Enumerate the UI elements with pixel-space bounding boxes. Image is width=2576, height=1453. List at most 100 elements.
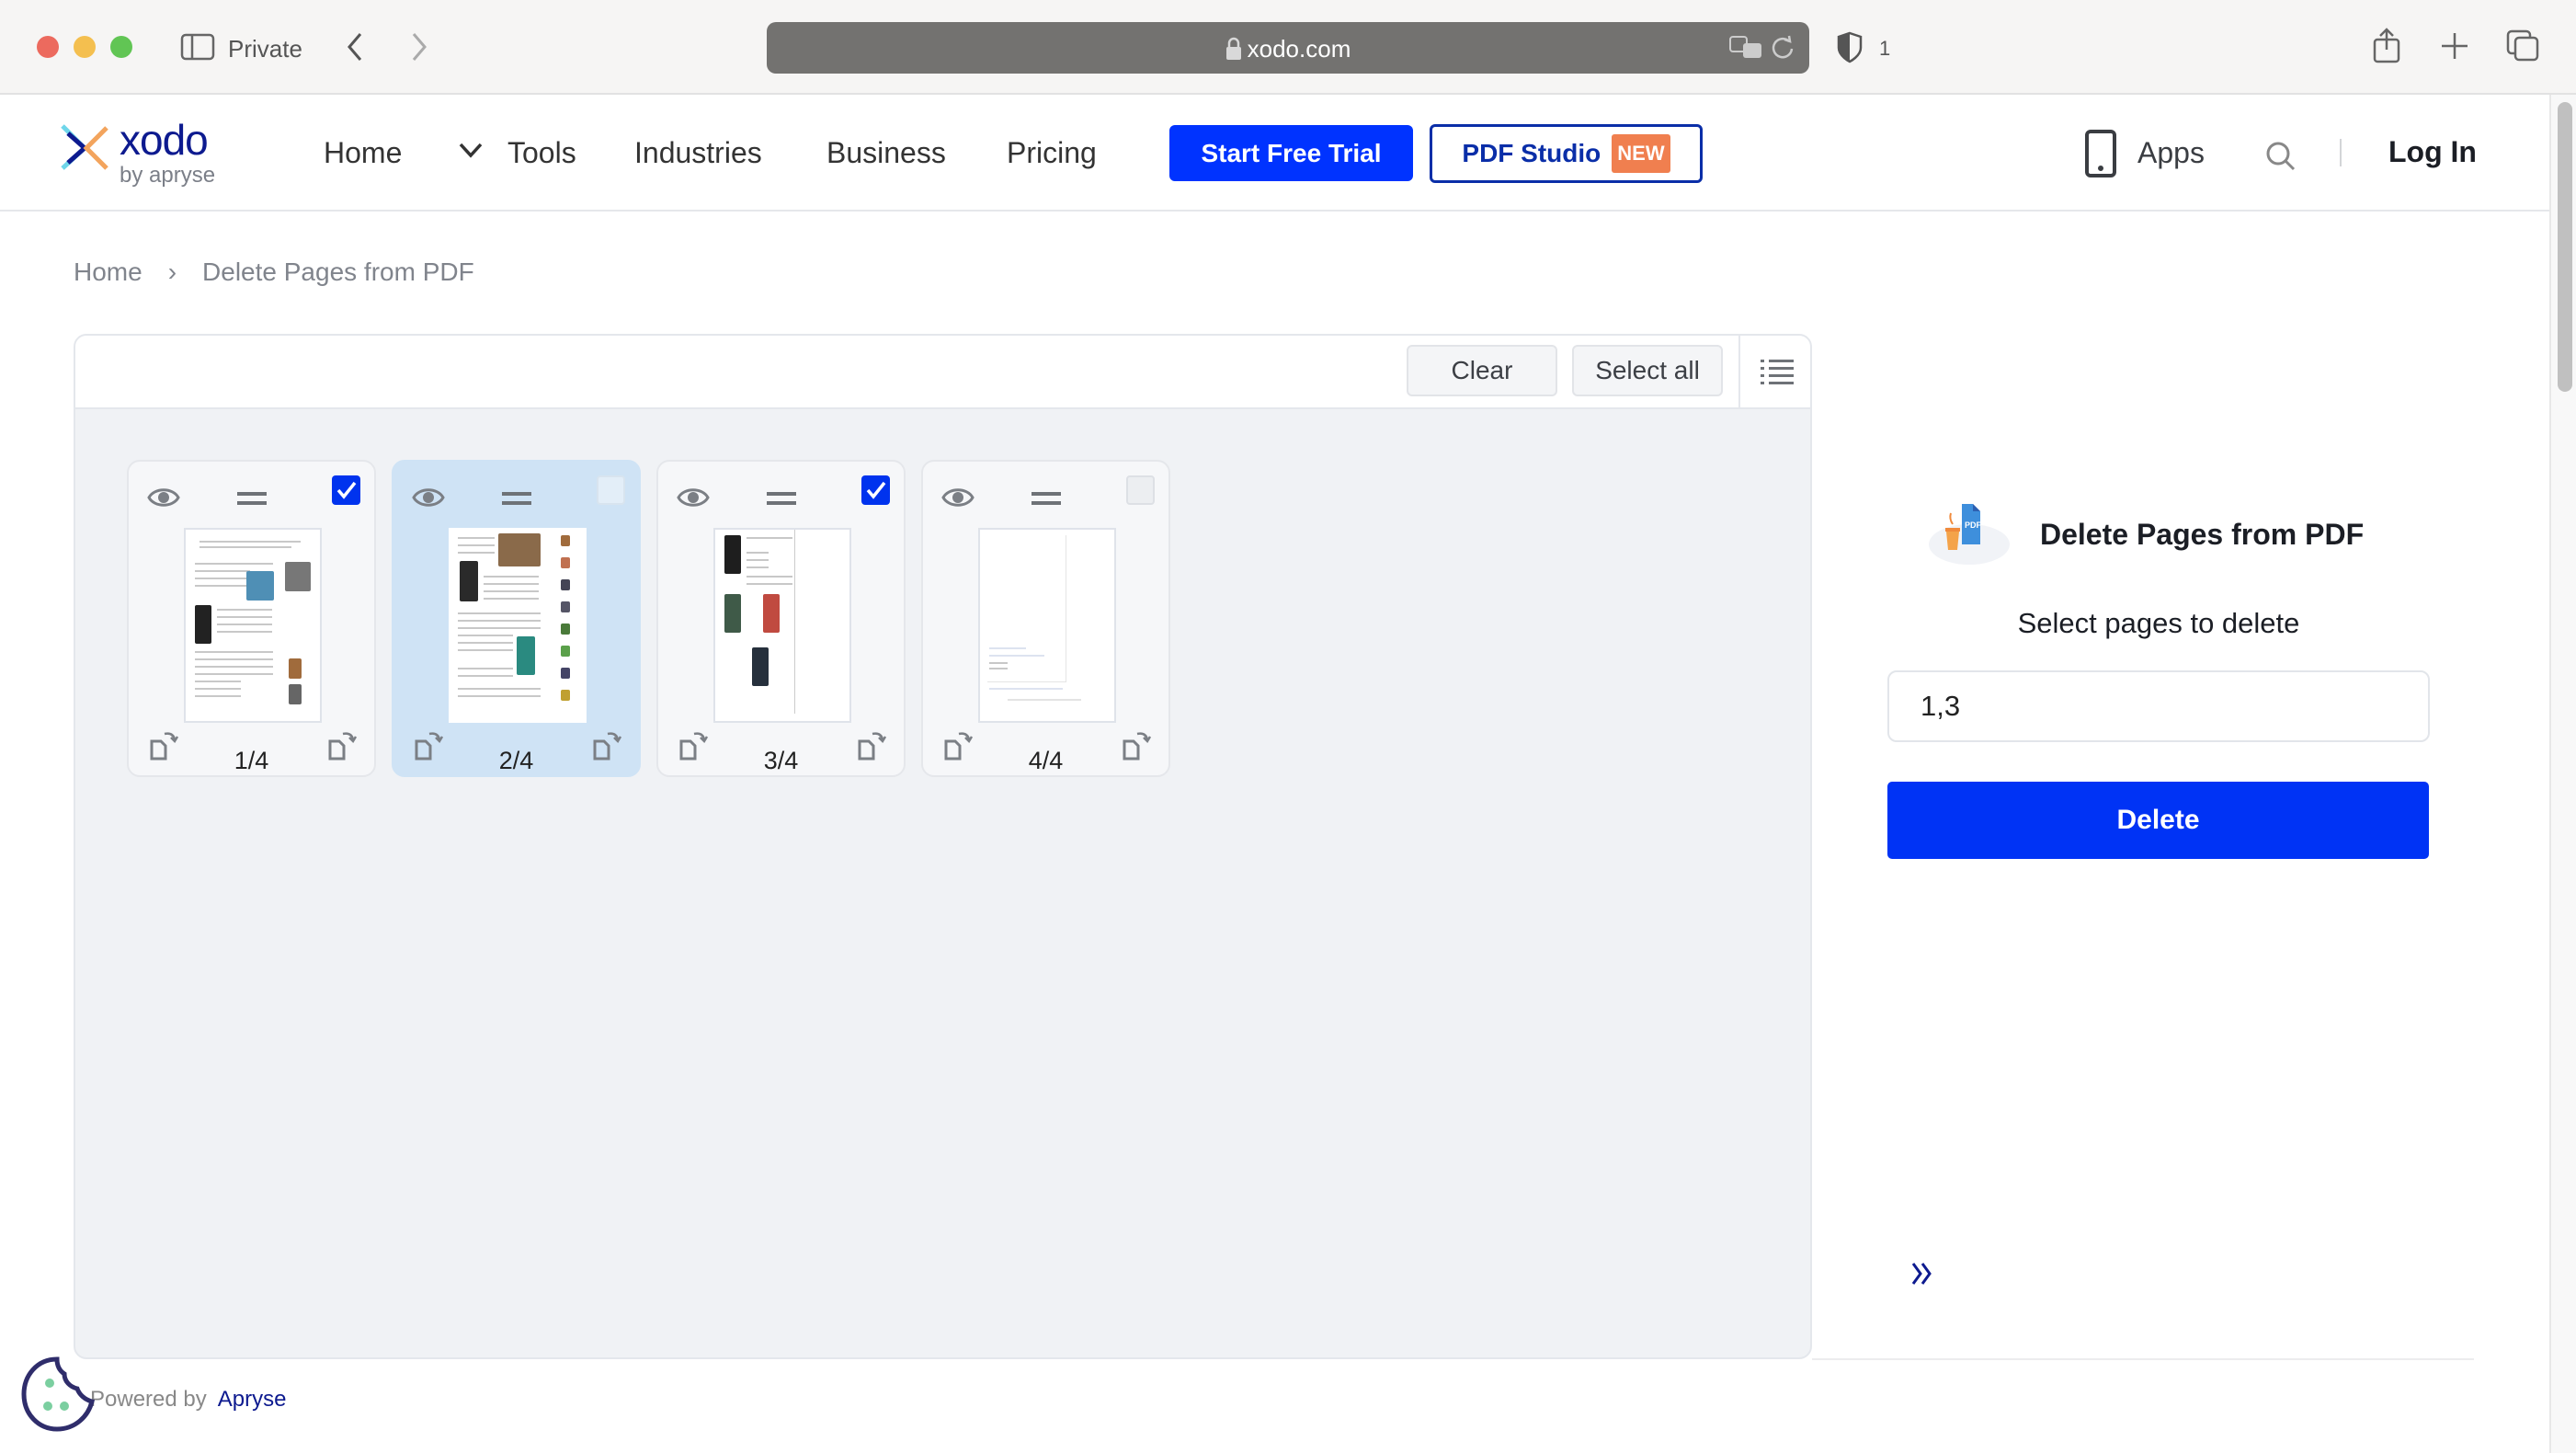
tool-subtitle: Select pages to delete [2017, 607, 2300, 639]
breadcrumb: Home › Delete Pages from PDF [74, 257, 474, 287]
delete-button[interactable]: Delete [1887, 782, 2429, 859]
page-checkbox[interactable] [1126, 475, 1155, 505]
tools-dropdown-toggle[interactable] [458, 141, 484, 166]
sidebar-toggle-button[interactable] [180, 33, 215, 65]
drag-handle-icon[interactable] [237, 492, 267, 505]
page-card[interactable]: 4/4 [921, 460, 1170, 777]
list-icon [1761, 360, 1794, 384]
login-link[interactable]: Log In [2388, 135, 2477, 169]
powered-by-label: Powered by [90, 1387, 207, 1412]
shield-count: 1 [1879, 37, 1891, 60]
address-bar[interactable]: xodo.com [767, 22, 1809, 74]
search-button[interactable] [2265, 141, 2297, 177]
back-button[interactable] [344, 31, 366, 67]
nav-home[interactable]: Home [324, 136, 402, 170]
page-number: 3/4 [763, 747, 799, 774]
plus-icon [2442, 33, 2468, 59]
page-editor: Clear Select all 1/4 2/4 3/4 4/4 [74, 334, 1812, 1359]
translate-button[interactable] [1728, 34, 1765, 66]
eye-icon [941, 488, 975, 507]
page-number: 1/4 [234, 747, 269, 774]
tabs-icon [2506, 29, 2539, 62]
tab-overview-button[interactable] [2506, 29, 2541, 67]
select-all-button[interactable]: Select all [1572, 345, 1723, 396]
page-number: 2/4 [498, 747, 534, 774]
reload-button[interactable] [1769, 34, 1796, 66]
cookie-settings-button[interactable] [18, 1356, 97, 1437]
page-thumbnail[interactable] [449, 528, 587, 723]
page-checkbox[interactable] [332, 475, 360, 505]
start-free-trial-button[interactable]: Start Free Trial [1169, 125, 1413, 181]
page-scrollbar[interactable] [2549, 95, 2576, 1453]
apps-label: Apps [2137, 136, 2205, 169]
expand-panel-button[interactable] [1910, 1260, 1936, 1292]
checkmark-icon [336, 481, 357, 499]
powered-by: Powered by Apryse [90, 1387, 286, 1413]
minimize-window-button[interactable] [74, 36, 96, 58]
site-header: xodo by apryse Home Tools Industries Bus… [0, 95, 2551, 212]
logo-subtext: by apryse [120, 163, 216, 188]
reload-icon [1772, 35, 1794, 59]
new-badge: NEW [1612, 134, 1670, 173]
zoom-window-button[interactable] [110, 36, 132, 58]
checkmark-icon [866, 481, 886, 499]
breadcrumb-separator: › [167, 257, 177, 286]
pdf-studio-button[interactable]: PDF Studio NEW [1430, 124, 1703, 183]
apps-link[interactable]: Apps [2085, 130, 2205, 182]
nav-pricing[interactable]: Pricing [1007, 136, 1097, 170]
close-window-button[interactable] [37, 36, 59, 58]
drag-handle-icon[interactable] [1032, 492, 1061, 505]
nav-business[interactable]: Business [826, 136, 946, 170]
cookie-icon [21, 1356, 96, 1432]
toolbar-divider [1738, 336, 1740, 409]
pages-to-delete-input[interactable] [1887, 670, 2430, 742]
drag-handle-icon[interactable] [767, 492, 796, 505]
forward-button[interactable] [408, 31, 430, 67]
nav-tools[interactable]: Tools [507, 136, 576, 170]
clear-button[interactable]: Clear [1407, 345, 1557, 396]
breadcrumb-current: Delete Pages from PDF [202, 257, 474, 286]
translate-icon [1729, 36, 1761, 58]
chevron-left-icon [348, 33, 362, 61]
page-thumbnail[interactable] [978, 528, 1116, 723]
share-icon [2373, 28, 2400, 63]
page-thumbnail[interactable] [184, 528, 322, 723]
eye-icon [147, 488, 180, 507]
editor-toolbar: Clear Select all [75, 336, 1810, 409]
apryse-link[interactable]: Apryse [218, 1387, 287, 1413]
page-card[interactable]: 1/4 [127, 460, 376, 777]
page-checkbox[interactable] [597, 475, 625, 505]
share-button[interactable] [2372, 28, 2401, 69]
trash-pdf-icon: PDF [1929, 504, 2010, 565]
preview-eye-button[interactable] [147, 486, 180, 514]
logo-text: xodo [120, 116, 209, 164]
browser-toolbar: Private xodo.com 1 [0, 0, 2576, 95]
page-card[interactable]: 2/4 [392, 460, 641, 777]
url-display[interactable]: xodo.com [767, 35, 1809, 63]
header-divider [2340, 139, 2342, 166]
mobile-phone-icon [2085, 130, 2116, 177]
xodo-logo-icon [61, 124, 108, 170]
breadcrumb-home[interactable]: Home [74, 257, 142, 287]
page-checkbox[interactable] [861, 475, 890, 505]
sidebar-icon [180, 33, 215, 61]
preview-eye-button[interactable] [412, 486, 445, 514]
new-tab-button[interactable] [2440, 31, 2469, 65]
chevron-right-icon [412, 33, 427, 61]
tool-title: Delete Pages from PDF [2040, 518, 2365, 551]
page-thumbnail[interactable] [713, 528, 851, 723]
shield-icon [1837, 31, 1863, 63]
delete-pages-illustration: PDF [1929, 504, 2024, 573]
lock-icon [1225, 37, 1241, 60]
drag-handle-icon[interactable] [502, 492, 531, 505]
page-card[interactable]: 3/4 [656, 460, 906, 777]
footer-divider [1812, 1358, 2474, 1360]
scrollbar-thumb[interactable] [2558, 102, 2572, 392]
list-view-button[interactable] [1760, 358, 1795, 390]
nav-industries[interactable]: Industries [634, 136, 762, 170]
privacy-report-button[interactable] [1837, 31, 1863, 69]
svg-text:PDF: PDF [1965, 521, 1982, 530]
preview-eye-button[interactable] [941, 486, 975, 514]
chevron-down-icon [459, 143, 483, 158]
preview-eye-button[interactable] [677, 486, 710, 514]
